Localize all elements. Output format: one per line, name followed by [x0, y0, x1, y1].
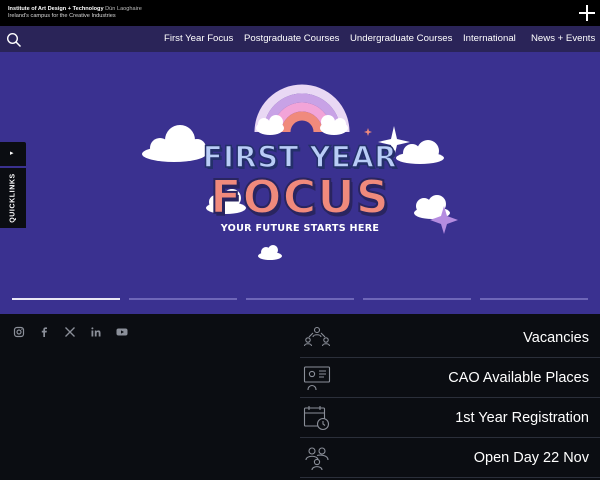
logo-tagline: Ireland's campus for the Creative Indust… [8, 13, 116, 19]
sparkle-icon [364, 128, 372, 136]
linkedin-icon[interactable] [90, 326, 102, 338]
link-label: 1st Year Registration [455, 410, 589, 426]
quicklinks-toggle-button[interactable]: ▸ [0, 142, 26, 166]
carousel-indicator-1[interactable] [12, 298, 120, 300]
link-label: Open Day 22 Nov [473, 450, 589, 466]
quicklinks-label: QUICKLINKS [9, 173, 17, 223]
nav-undergraduate-courses[interactable]: Undergraduate Courses [350, 33, 452, 44]
link-label: CAO Available Places [448, 370, 589, 386]
nav-postgraduate-courses[interactable]: Postgraduate Courses [244, 33, 339, 44]
logo-location: Dún Laoghaire [105, 6, 142, 12]
nav-international[interactable]: International [463, 33, 516, 44]
menu-plus-icon[interactable] [578, 4, 596, 22]
nav-first-year-focus[interactable]: First Year Focus [164, 33, 233, 44]
link-row-cao-places[interactable]: CAO Available Places [300, 358, 600, 398]
carousel-indicator-2[interactable] [129, 298, 237, 300]
facebook-icon[interactable] [38, 326, 50, 338]
logo-institute-name: Institute of Art Design + Technology [8, 6, 104, 12]
site-logo[interactable]: Institute of Art Design + Technology Dún… [8, 6, 142, 20]
youtube-icon[interactable] [116, 326, 128, 338]
group-icon [305, 447, 329, 471]
hero-tagline: YOUR FUTURE STARTS HERE [220, 223, 380, 234]
cloud-icon [258, 245, 282, 260]
link-row-open-day[interactable]: Open Day 22 Nov [300, 438, 600, 478]
presentation-icon [303, 366, 331, 391]
nav-news-events[interactable]: News + Events [531, 33, 595, 44]
x-icon[interactable] [64, 326, 76, 338]
link-row-vacancies[interactable]: Vacancies [300, 318, 600, 358]
footer-section: Vacancies CAO Available Places 1st Year … [0, 314, 600, 480]
hero-title-line1: FIRST YEAR [202, 139, 398, 175]
quicklinks-tab[interactable]: QUICKLINKS [0, 168, 26, 228]
carousel-indicator-4[interactable] [363, 298, 471, 300]
people-network-icon [303, 326, 331, 347]
link-row-registration[interactable]: 1st Year Registration [300, 398, 600, 438]
link-label: Vacancies [523, 330, 589, 346]
top-bar: Institute of Art Design + Technology Dún… [0, 0, 600, 26]
hero-title-line2: FOCUS [209, 169, 390, 225]
hero-carousel[interactable]: FIRST YEAR FOCUS YOUR FUTURE STARTS HERE [0, 52, 600, 314]
carousel-indicator-5[interactable] [480, 298, 588, 300]
search-icon[interactable] [6, 32, 22, 48]
instagram-icon[interactable] [13, 326, 25, 338]
play-icon: ▸ [10, 150, 14, 157]
carousel-indicator-3[interactable] [246, 298, 354, 300]
calendar-clock-icon [303, 406, 330, 431]
main-navigation: First Year Focus Postgraduate Courses Un… [0, 26, 600, 52]
